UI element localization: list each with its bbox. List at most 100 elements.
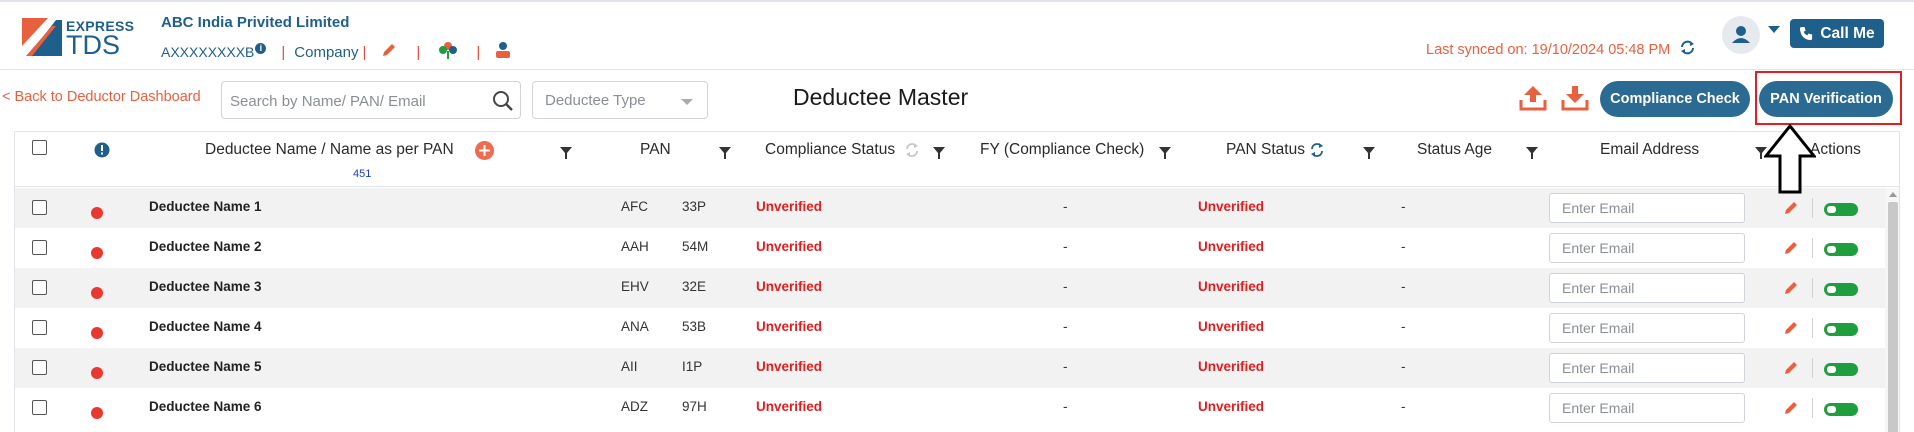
filter-icon[interactable] xyxy=(719,146,731,164)
deductee-type-select[interactable]: Deductee Type xyxy=(532,81,708,119)
pan-prefix: EHV xyxy=(621,279,649,294)
email-input[interactable] xyxy=(1562,239,1732,257)
col-pan[interactable]: PAN xyxy=(640,141,671,159)
pan-status: Unverified xyxy=(1198,279,1265,294)
profile-badge-icon[interactable] xyxy=(493,40,513,64)
deductee-name: Deductee Name 3 xyxy=(149,279,262,294)
edit-icon[interactable] xyxy=(1783,360,1799,381)
search-box[interactable] xyxy=(221,81,521,119)
company-name: ABC India Privited Limited xyxy=(161,14,350,31)
pan-suffix: 33P xyxy=(682,199,707,214)
add-deductee-icon[interactable] xyxy=(475,141,494,165)
chevron-down-icon[interactable] xyxy=(1768,26,1780,33)
express-tds-logo[interactable]: EXPRESS TDS xyxy=(20,16,134,60)
deductee-table: Deductee Name / Name as per PAN 451 PAN … xyxy=(14,131,1900,432)
edit-icon[interactable] xyxy=(1783,320,1799,341)
last-synced: Last synced on: 19/10/2024 05:48 PM xyxy=(1426,39,1696,60)
col-compliance-status[interactable]: Compliance Status xyxy=(765,141,895,159)
email-input[interactable] xyxy=(1562,359,1732,377)
filter-icon[interactable] xyxy=(560,146,572,164)
table-header: Deductee Name / Name as per PAN 451 PAN … xyxy=(15,132,1899,187)
email-input[interactable] xyxy=(1562,199,1732,217)
compliance-status: Unverified xyxy=(756,359,823,374)
download-icon[interactable] xyxy=(1560,84,1590,117)
edit-icon[interactable] xyxy=(1783,240,1799,261)
edit-icon[interactable] xyxy=(1783,280,1799,301)
upload-icon[interactable] xyxy=(1518,84,1548,117)
email-field[interactable] xyxy=(1549,353,1745,383)
alert-icon xyxy=(94,142,110,163)
row-checkbox[interactable] xyxy=(32,200,47,215)
col-email[interactable]: Email Address xyxy=(1600,141,1699,159)
brand-line2: TDS xyxy=(66,30,120,60)
email-field[interactable] xyxy=(1549,273,1745,303)
compliance-status: Unverified xyxy=(756,199,823,214)
compliance-check-button[interactable]: Compliance Check xyxy=(1600,81,1750,117)
table-row[interactable]: Deductee Name 2 AAH 54M Unverified - Unverifi… xyxy=(15,228,1885,268)
sync-icon[interactable] xyxy=(1679,39,1696,60)
row-checkbox[interactable] xyxy=(32,280,47,295)
call-me-button[interactable]: Call Me xyxy=(1790,19,1884,48)
col-fy[interactable]: FY (Compliance Check) xyxy=(980,141,1144,159)
divider xyxy=(1812,198,1813,218)
email-field[interactable] xyxy=(1549,233,1745,263)
active-toggle[interactable] xyxy=(1824,243,1858,256)
table-row[interactable]: Deductee Name 1 AFC 33P Unverified - Unverifi… xyxy=(15,188,1885,228)
row-checkbox[interactable] xyxy=(32,360,47,375)
refresh-compliance-icon[interactable] xyxy=(904,142,920,163)
fy-value: - xyxy=(1063,319,1068,334)
row-checkbox[interactable] xyxy=(32,240,47,255)
table-row[interactable]: Deductee Name 3 EHV 32E Unverified - Unverifi… xyxy=(15,268,1885,308)
edit-company-icon[interactable] xyxy=(381,42,397,62)
status-dot-icon xyxy=(91,367,103,379)
row-checkbox[interactable] xyxy=(32,320,47,335)
email-input[interactable] xyxy=(1562,399,1732,417)
chevron-down-icon xyxy=(681,99,693,105)
email-field[interactable] xyxy=(1549,393,1745,423)
edit-icon[interactable] xyxy=(1783,400,1799,421)
table-row[interactable]: Deductee Name 4 ANA 53B Unverified - Unverifi… xyxy=(15,308,1885,348)
active-toggle[interactable] xyxy=(1824,363,1858,376)
active-toggle[interactable] xyxy=(1824,203,1858,216)
active-toggle[interactable] xyxy=(1824,323,1858,336)
col-status-age[interactable]: Status Age xyxy=(1417,141,1492,159)
info-icon[interactable]: i xyxy=(255,42,267,54)
active-toggle[interactable] xyxy=(1824,283,1858,296)
page-title: Deductee Master xyxy=(793,84,969,110)
user-avatar[interactable] xyxy=(1722,16,1760,54)
search-icon[interactable] xyxy=(492,90,514,117)
scrollbar-thumb[interactable] xyxy=(1888,202,1898,432)
status-age: - xyxy=(1401,279,1406,294)
flower-icon[interactable] xyxy=(437,40,459,64)
company-label[interactable]: Company xyxy=(294,44,358,61)
filter-icon[interactable] xyxy=(933,146,945,164)
email-field[interactable] xyxy=(1549,313,1745,343)
scroll-up-arrow-icon[interactable] xyxy=(1889,192,1897,197)
active-toggle[interactable] xyxy=(1824,403,1858,416)
email-input[interactable] xyxy=(1562,279,1732,297)
select-all-checkbox[interactable] xyxy=(32,140,47,155)
table-row[interactable]: Deductee Name 5 AII I1P Unverified - Unverifi… xyxy=(15,348,1885,388)
email-field[interactable] xyxy=(1549,193,1745,223)
filter-icon[interactable] xyxy=(1159,146,1171,164)
compliance-status: Unverified xyxy=(756,399,823,414)
refresh-pan-status-icon[interactable] xyxy=(1309,142,1325,163)
pan-prefix: ANA xyxy=(621,319,649,334)
deductee-name: Deductee Name 2 xyxy=(149,239,262,254)
pan-prefix: AII xyxy=(621,359,638,374)
col-pan-status[interactable]: PAN Status xyxy=(1226,141,1305,159)
table-row[interactable]: Deductee Name 6 ADZ 97H Unverified - Unverifi… xyxy=(15,388,1885,428)
phone-icon xyxy=(1800,26,1813,41)
col-name[interactable]: Deductee Name / Name as per PAN xyxy=(205,141,454,159)
fy-value: - xyxy=(1063,239,1068,254)
back-to-dashboard-link[interactable]: < Back to Deductor Dashboard xyxy=(2,89,201,105)
pan-prefix: ADZ xyxy=(621,399,648,414)
email-input[interactable] xyxy=(1562,319,1732,337)
filter-icon[interactable] xyxy=(1526,146,1538,164)
search-input[interactable] xyxy=(230,90,480,112)
logo-mark-icon xyxy=(22,18,62,56)
separator: | xyxy=(281,43,286,61)
edit-icon[interactable] xyxy=(1783,200,1799,221)
filter-icon[interactable] xyxy=(1363,146,1375,164)
row-checkbox[interactable] xyxy=(32,400,47,415)
